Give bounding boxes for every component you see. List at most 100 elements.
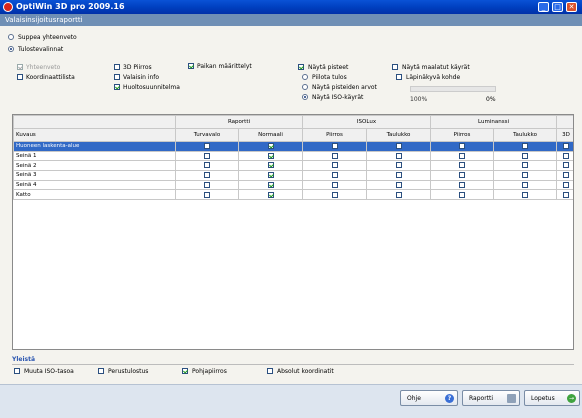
hide-result-radio[interactable] xyxy=(302,74,308,80)
luminance-table-checkbox[interactable] xyxy=(522,172,528,179)
3d-checkbox[interactable] xyxy=(563,143,570,150)
summary-checkbox[interactable] xyxy=(17,64,23,70)
absolute-coordinates-checkbox[interactable] xyxy=(267,368,273,374)
table-row[interactable]: Katto xyxy=(13,189,573,201)
minimize-button[interactable]: _ xyxy=(538,2,549,12)
luminance-drawing-checkbox[interactable] xyxy=(459,172,465,179)
empty-row xyxy=(14,297,574,307)
isolux-drawing-checkbox[interactable] xyxy=(331,191,338,198)
empty-row xyxy=(14,277,574,287)
close-button[interactable]: ✕ xyxy=(566,2,577,12)
luminance-table-checkbox[interactable] xyxy=(522,143,528,150)
isolux-drawing-checkbox[interactable] xyxy=(331,143,338,150)
group-header-report: Raportti xyxy=(175,115,303,129)
row-description[interactable]: Huoneen laskenta-alue xyxy=(13,141,176,152)
isolux-table-checkbox[interactable] xyxy=(395,152,402,159)
luminance-table-checkbox[interactable] xyxy=(522,152,528,159)
empty-row xyxy=(14,238,574,248)
emergency-checkbox[interactable] xyxy=(204,162,210,169)
3d-checkbox[interactable] xyxy=(563,172,570,179)
table-row[interactable]: Seinä 4 xyxy=(13,179,573,191)
isolux-table-checkbox[interactable] xyxy=(395,172,402,179)
isolux-table-checkbox[interactable] xyxy=(395,143,402,150)
cell-isolux-drawing xyxy=(302,170,367,181)
3d-checkbox[interactable] xyxy=(563,162,570,169)
emergency-checkbox[interactable] xyxy=(204,181,210,188)
print-options-radio[interactable] xyxy=(8,46,14,52)
change-iso-level-checkbox[interactable] xyxy=(14,368,20,374)
column-header-isolux-table[interactable]: Taulukko xyxy=(366,128,431,142)
transparent-object-checkbox[interactable] xyxy=(396,74,402,80)
location-definitions-checkbox[interactable] xyxy=(188,63,194,69)
table-row[interactable]: Huoneen laskenta-alue xyxy=(13,141,573,152)
normal-checkbox[interactable] xyxy=(267,162,274,169)
row-description[interactable]: Katto xyxy=(13,189,176,201)
help-button[interactable]: Ohje ? xyxy=(400,390,458,406)
cell-emergency xyxy=(175,170,239,181)
floor-plan-checkbox[interactable] xyxy=(182,368,188,374)
column-header-description[interactable]: Kuvaus xyxy=(13,128,176,142)
emergency-checkbox[interactable] xyxy=(204,172,210,179)
table-row[interactable]: Seinä 1 xyxy=(13,150,573,162)
report-button[interactable]: Raportti xyxy=(462,390,520,406)
transparency-slider[interactable] xyxy=(410,86,496,92)
normal-checkbox[interactable] xyxy=(267,152,274,159)
row-description[interactable]: Seinä 4 xyxy=(13,179,176,191)
row-description[interactable]: Seinä 1 xyxy=(13,150,176,162)
transparent-object-label: Läpinäkyvä kohde xyxy=(406,74,461,81)
luminaire-info-checkbox[interactable] xyxy=(114,74,120,80)
show-points-checkbox[interactable] xyxy=(298,64,304,70)
cell-3d xyxy=(556,150,573,162)
show-iso-curves-radio[interactable] xyxy=(302,94,308,100)
coordinate-list-checkbox[interactable] xyxy=(17,74,23,80)
column-header-normal[interactable]: Normaali xyxy=(238,128,303,142)
cell-luminance-table xyxy=(492,160,558,172)
normal-checkbox[interactable] xyxy=(267,143,274,150)
emergency-checkbox[interactable] xyxy=(204,191,210,198)
luminance-table-checkbox[interactable] xyxy=(522,191,528,198)
luminance-drawing-checkbox[interactable] xyxy=(459,152,465,159)
emergency-checkbox[interactable] xyxy=(204,152,210,159)
empty-row xyxy=(14,306,574,316)
column-header-3d[interactable]: 3D xyxy=(556,128,573,142)
basic-print-checkbox[interactable] xyxy=(98,368,104,374)
empty-row xyxy=(14,229,574,239)
luminance-drawing-checkbox[interactable] xyxy=(459,191,465,198)
isolux-drawing-checkbox[interactable] xyxy=(331,152,338,159)
summary-radio-label: Suppea yhteenveto xyxy=(18,34,77,41)
window-titlebar: OptiWin 3D pro 2009.16 _ □ ✕ xyxy=(0,0,582,14)
summary-radio[interactable] xyxy=(8,34,14,40)
column-header-isolux-drawing[interactable]: Piirros xyxy=(302,128,367,142)
3d-checkbox[interactable] xyxy=(563,152,570,159)
normal-checkbox[interactable] xyxy=(267,191,274,198)
exit-button[interactable]: Lopetus → xyxy=(524,390,580,406)
isolux-table-checkbox[interactable] xyxy=(395,191,402,198)
luminance-table-checkbox[interactable] xyxy=(522,181,528,188)
3d-checkbox[interactable] xyxy=(563,181,570,188)
column-header-emergency[interactable]: Turvavalo xyxy=(175,128,239,142)
isolux-table-checkbox[interactable] xyxy=(395,162,402,169)
column-header-luminance-table[interactable]: Taulukko xyxy=(492,128,558,142)
painted-curves-checkbox[interactable] xyxy=(392,64,398,70)
3d-drawing-checkbox[interactable] xyxy=(114,64,120,70)
isolux-drawing-checkbox[interactable] xyxy=(331,172,338,179)
column-header-luminance-drawing[interactable]: Piirros xyxy=(430,128,494,142)
luminance-drawing-checkbox[interactable] xyxy=(459,162,465,169)
luminance-drawing-checkbox[interactable] xyxy=(459,181,465,188)
row-description[interactable]: Seinä 2 xyxy=(13,160,176,172)
row-description[interactable]: Seinä 3 xyxy=(13,170,176,181)
maximize-button[interactable]: □ xyxy=(552,2,563,12)
table-row[interactable]: Seinä 3 xyxy=(13,170,573,181)
maintenance-plan-checkbox[interactable] xyxy=(114,84,120,90)
isolux-table-checkbox[interactable] xyxy=(395,181,402,188)
isolux-drawing-checkbox[interactable] xyxy=(331,162,338,169)
table-row[interactable]: Seinä 2 xyxy=(13,160,573,172)
normal-checkbox[interactable] xyxy=(267,181,274,188)
normal-checkbox[interactable] xyxy=(267,172,274,179)
luminance-drawing-checkbox[interactable] xyxy=(459,143,465,150)
luminance-table-checkbox[interactable] xyxy=(522,162,528,169)
show-point-values-radio[interactable] xyxy=(302,84,308,90)
3d-checkbox[interactable] xyxy=(563,191,570,198)
emergency-checkbox[interactable] xyxy=(204,143,210,150)
isolux-drawing-checkbox[interactable] xyxy=(331,181,338,188)
